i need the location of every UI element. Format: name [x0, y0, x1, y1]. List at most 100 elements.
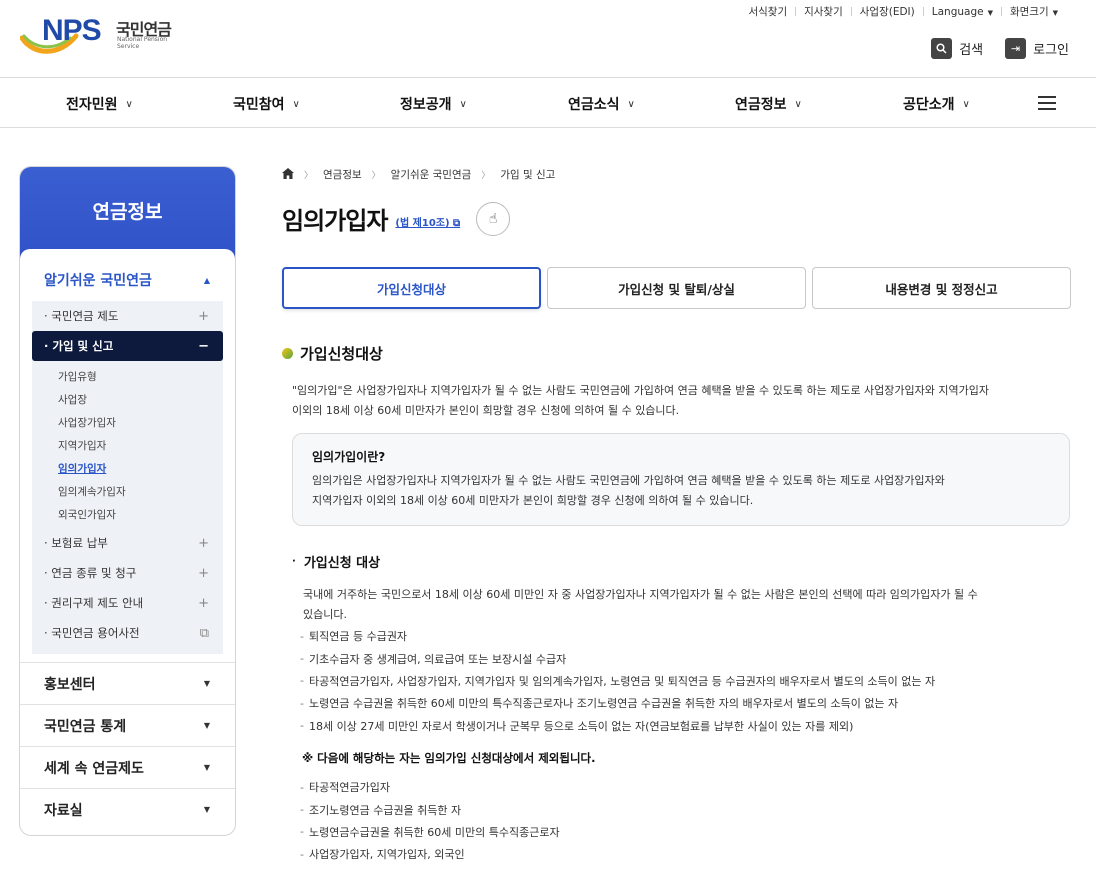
- sidebar-item-resources[interactable]: 자료실 ▼: [20, 788, 235, 830]
- list-item: - 퇴직연금 등 수급권자: [300, 625, 1072, 647]
- plus-icon: +: [198, 308, 209, 324]
- gnb-label: 전자민원: [66, 97, 118, 113]
- sidebar-item-rights-relief[interactable]: · 권리구제 제도 안내 +: [32, 588, 223, 618]
- list-item: - 노령연금 수급권을 취득한 60세 미만의 특수직종근로자나 조기노령연금 수…: [300, 692, 1072, 714]
- list-item: - 노령연금수급권을 취득한 60세 미만의 특수직종근로자: [300, 821, 1072, 843]
- sidebar-item-glossary[interactable]: · 국민연금 용어사전 ⧉: [32, 618, 223, 648]
- sidebar-link-join-type[interactable]: 가입유형: [58, 365, 223, 388]
- sidebar-item-label: · 국민연금 제도: [44, 309, 119, 323]
- sidebar-item-label: 자료실: [44, 802, 83, 819]
- tab-application-withdrawal[interactable]: 가입신청 및 탈퇴/상실: [547, 267, 806, 309]
- sidebar-item-statistics[interactable]: 국민연금 통계 ▼: [20, 704, 235, 746]
- title-row: 임의가입자 (법 제10조) ⧉ ☝: [282, 201, 1072, 236]
- list-item: - 사업장가입자, 지역가입자, 외국인: [300, 843, 1072, 865]
- gnb-item-about[interactable]: 공단소개 ∨: [903, 94, 970, 114]
- tab-bar: 가입신청대상 가입신청 및 탈퇴/상실 내용변경 및 정정신고: [282, 267, 1072, 309]
- search-label: 검색: [959, 43, 984, 58]
- login-button[interactable]: ⇥ 로그인: [1005, 38, 1069, 59]
- intro-line: "임의가입"은 사업장가입자나 지역가입자가 될 수 없는 사람도 국민연금에 …: [292, 384, 989, 397]
- gnb-item-pension-info[interactable]: 연금정보 ∨: [735, 94, 802, 114]
- sidebar-item-pr-center[interactable]: 홍보센터 ▼: [20, 662, 235, 704]
- sidebar-item-pension-system[interactable]: · 국민연금 제도 +: [32, 301, 223, 331]
- sidebar-item-label: · 국민연금 용어사전: [44, 626, 140, 640]
- chevron-right-icon: 〉: [481, 171, 491, 181]
- bullet-dot-icon: [282, 348, 293, 359]
- dash-icon: -: [300, 629, 304, 643]
- sidebar-item-easy-pension[interactable]: 알기쉬운 국민연금 ▲: [20, 259, 235, 301]
- sidebar-link-workplace[interactable]: 사업장: [58, 388, 223, 411]
- sidebar-item-join-report[interactable]: · 가입 및 신고 −: [32, 331, 223, 361]
- list-item: - 기초수급자 중 생계급여, 의료급여 또는 보장시설 수급자: [300, 647, 1072, 669]
- sub-paragraph-line: 있습니다.: [303, 608, 347, 621]
- chevron-down-icon: ∨: [125, 98, 133, 110]
- page-title: 임의가입자: [282, 207, 388, 235]
- sub-heading-text: 가입신청 대상: [303, 556, 381, 571]
- info-box-line: 지역가입자 이외의 18세 이상 60세 미만자가 본인이 희망할 경우 신청에…: [312, 494, 754, 507]
- util-edi[interactable]: 사업장(EDI): [852, 4, 923, 19]
- gnb-label: 공단소개: [903, 97, 955, 113]
- util-language-label: Language: [931, 5, 984, 18]
- sidebar-item-label: · 연금 종류 및 청구: [44, 566, 137, 580]
- breadcrumb-item[interactable]: 연금정보: [323, 167, 362, 182]
- util-screen-size-label: 화면크기: [1009, 6, 1049, 18]
- search-button[interactable]: 검색: [931, 38, 983, 59]
- sidebar-subsubmenu: 가입유형 사업장 사업장가입자 지역가입자 임의가입자 임의계속가입자 외국인가…: [32, 361, 223, 528]
- logo-text-en: National Pension Service: [117, 36, 168, 50]
- dash-icon: -: [300, 652, 304, 666]
- law-link[interactable]: (법 제10조) ⧉: [395, 214, 460, 229]
- sidebar-link-regional-member[interactable]: 지역가입자: [58, 434, 223, 457]
- dash-icon: -: [300, 719, 304, 733]
- chevron-down-icon: ∨: [459, 98, 467, 110]
- info-box-line: 임의가입은 사업장가입자나 지역가입자가 될 수 없는 사람도 국민연금에 가입…: [312, 474, 945, 487]
- tab-change-correction[interactable]: 내용변경 및 정정신고: [812, 267, 1071, 309]
- bullet-icon: ·: [292, 556, 296, 567]
- gnb-item-participation[interactable]: 국민참여 ∨: [233, 94, 300, 114]
- touch-icon: ☝: [488, 210, 498, 227]
- share-button[interactable]: ☝: [476, 201, 511, 236]
- login-icon: ⇥: [1005, 38, 1027, 59]
- sidebar-link-foreign-member[interactable]: 외국인가입자: [58, 503, 223, 526]
- info-box: 임의가입이란? 임의가입은 사업장가입자나 지역가입자가 될 수 없는 사람도 …: [292, 433, 1070, 526]
- dash-icon: -: [300, 780, 304, 794]
- home-icon[interactable]: [282, 167, 294, 182]
- list-item: -18세 이상 27세 미만인 자로서 학생이거나 군복무 등으로 소득이 없는…: [300, 715, 1072, 737]
- caret-down-icon: ▼: [203, 805, 210, 814]
- gnb-item-disclosure[interactable]: 정보공개 ∨: [400, 94, 467, 114]
- logo-text-nps: NPS: [42, 14, 102, 47]
- gnb-item-news[interactable]: 연금소식 ∨: [568, 94, 635, 114]
- breadcrumb: 〉 연금정보 〉 알기쉬운 국민연금 〉 가입 및 신고: [282, 167, 1072, 182]
- gnb-label: 정보공개: [400, 97, 452, 113]
- tab-eligibility[interactable]: 가입신청대상: [282, 267, 541, 309]
- site-header: NPS 국민연금 National Pension Service 서식찾기 지…: [0, 0, 1096, 78]
- sidebar-link-voluntary-continuing[interactable]: 임의계속가입자: [58, 480, 223, 503]
- external-link-icon: ⧉: [199, 625, 209, 641]
- hamburger-menu-icon[interactable]: [1038, 96, 1056, 110]
- exclusion-note: ※ 다음에 해당하는 자는 임의가입 신청대상에서 제외됩니다.: [302, 750, 596, 765]
- list-item-text: 타공적연금가입자, 사업장가입자, 지역가입자 및 임의계속가입자, 노령연금 …: [308, 674, 936, 688]
- dash-icon: -: [300, 674, 304, 688]
- sidebar-item-label: · 가입 및 신고: [44, 339, 114, 353]
- list-item: - 타공적연금가입자, 사업장가입자, 지역가입자 및 임의계속가입자, 노령연금…: [300, 670, 1072, 692]
- sub-heading: · 가입신청 대상: [282, 552, 1072, 571]
- list-item-text: 퇴직연금 등 수급권자: [308, 630, 408, 644]
- sidebar-item-premium-payment[interactable]: · 보험료 납부 +: [32, 528, 223, 558]
- util-form-search[interactable]: 서식찾기: [740, 4, 795, 19]
- sidebar-item-pension-types[interactable]: · 연금 종류 및 청구 +: [32, 558, 223, 588]
- breadcrumb-item[interactable]: 알기쉬운 국민연금: [391, 167, 472, 182]
- nps-logo[interactable]: NPS 국민연금 National Pension Service: [20, 12, 190, 60]
- list-item-text: 조기노령연금 수급권을 취득한 자: [308, 803, 462, 817]
- intro-text: "임의가입"은 사업장가입자나 지역가입자가 될 수 없는 사람도 국민연금에 …: [282, 381, 1072, 421]
- sidebar-link-voluntary-member[interactable]: 임의가입자: [58, 457, 223, 480]
- util-language[interactable]: Language ▼: [924, 6, 1001, 18]
- dash-icon: -: [300, 847, 304, 861]
- chevron-down-icon: ∨: [292, 98, 300, 110]
- util-screen-size[interactable]: 화면크기 ▼: [1002, 4, 1066, 19]
- util-branch-search[interactable]: 지사찾기: [796, 4, 851, 19]
- list-item-text: 기초수급자 중 생계급여, 의료급여 또는 보장시설 수급자: [308, 652, 567, 666]
- sidebar-item-world-pension[interactable]: 세계 속 연금제도 ▼: [20, 746, 235, 788]
- breadcrumb-item[interactable]: 가입 및 신고: [500, 167, 555, 182]
- sidebar-link-workplace-member[interactable]: 사업장가입자: [58, 411, 223, 434]
- caret-down-icon: ▼: [203, 721, 210, 730]
- external-link-icon: ⧉: [453, 218, 461, 229]
- gnb-item-e-civil[interactable]: 전자민원 ∨: [66, 94, 133, 114]
